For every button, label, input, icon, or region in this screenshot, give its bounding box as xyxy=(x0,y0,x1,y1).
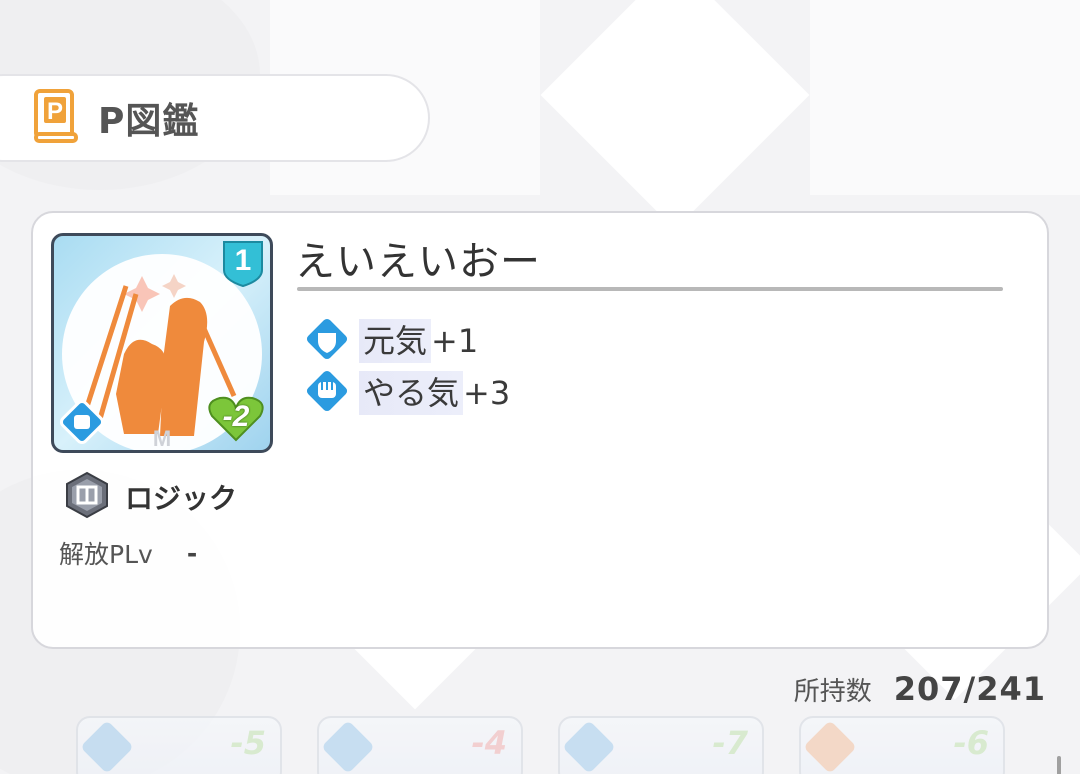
unlock-value: - xyxy=(186,538,198,568)
cost-badge: -7 xyxy=(712,724,748,762)
item-type-icon xyxy=(562,720,616,774)
svg-text:P: P xyxy=(47,98,63,125)
effect-row-stamina: 元気 +1 xyxy=(301,315,479,365)
effect-value: +3 xyxy=(463,374,511,412)
owned-count: 所持数 207/241 xyxy=(794,670,1046,708)
effect-label: やる気 xyxy=(359,371,464,415)
item-type-icon xyxy=(803,720,857,774)
plan-label: ロジック xyxy=(125,482,238,515)
fist-icon xyxy=(301,365,353,421)
page-title: P図鑑 xyxy=(98,101,200,142)
cost-heart-badge: -2 xyxy=(206,396,266,442)
item-type-icon xyxy=(321,720,375,774)
logic-plan-icon xyxy=(63,471,111,523)
p-item-name: えいえいおー xyxy=(295,239,541,285)
book-p-icon: P xyxy=(32,88,80,148)
shield-hand-icon xyxy=(301,313,353,369)
p-item-card-peek[interactable]: -7 xyxy=(558,716,764,774)
level-badge: 1 xyxy=(220,240,266,288)
p-item-thumbnail[interactable]: M 1 -2 xyxy=(51,233,273,453)
effect-value: +1 xyxy=(431,322,479,360)
p-item-card-peek[interactable]: -6 xyxy=(799,716,1005,774)
unlock-level: 解放PLv - xyxy=(59,535,197,571)
cost-badge: -6 xyxy=(953,724,989,762)
effect-label: 元気 xyxy=(359,319,432,363)
fist-type-icon xyxy=(58,398,106,446)
plan-type: ロジック xyxy=(63,471,237,523)
header-bar: P P図鑑 xyxy=(0,74,430,162)
p-item-card-peek[interactable]: -4 xyxy=(317,716,523,774)
p-item-card-peek[interactable]: -5 xyxy=(76,716,282,774)
title-divider xyxy=(297,287,1003,291)
svg-text:M: M xyxy=(153,426,171,450)
owned-label: 所持数 xyxy=(793,677,872,707)
cost-badge: -5 xyxy=(230,724,266,762)
p-item-detail-card: M 1 -2 えいえいおー 元気 +1 やる気 +3 ロジック 解放PLv - xyxy=(31,211,1049,649)
unlock-label: 解放PLv xyxy=(59,540,153,569)
cost-badge: -4 xyxy=(471,724,507,762)
owned-value: 207/241 xyxy=(893,670,1046,708)
item-type-icon xyxy=(80,720,134,774)
effect-row-motivation: やる気 +3 xyxy=(301,367,511,417)
scrollbar[interactable] xyxy=(1057,756,1061,774)
